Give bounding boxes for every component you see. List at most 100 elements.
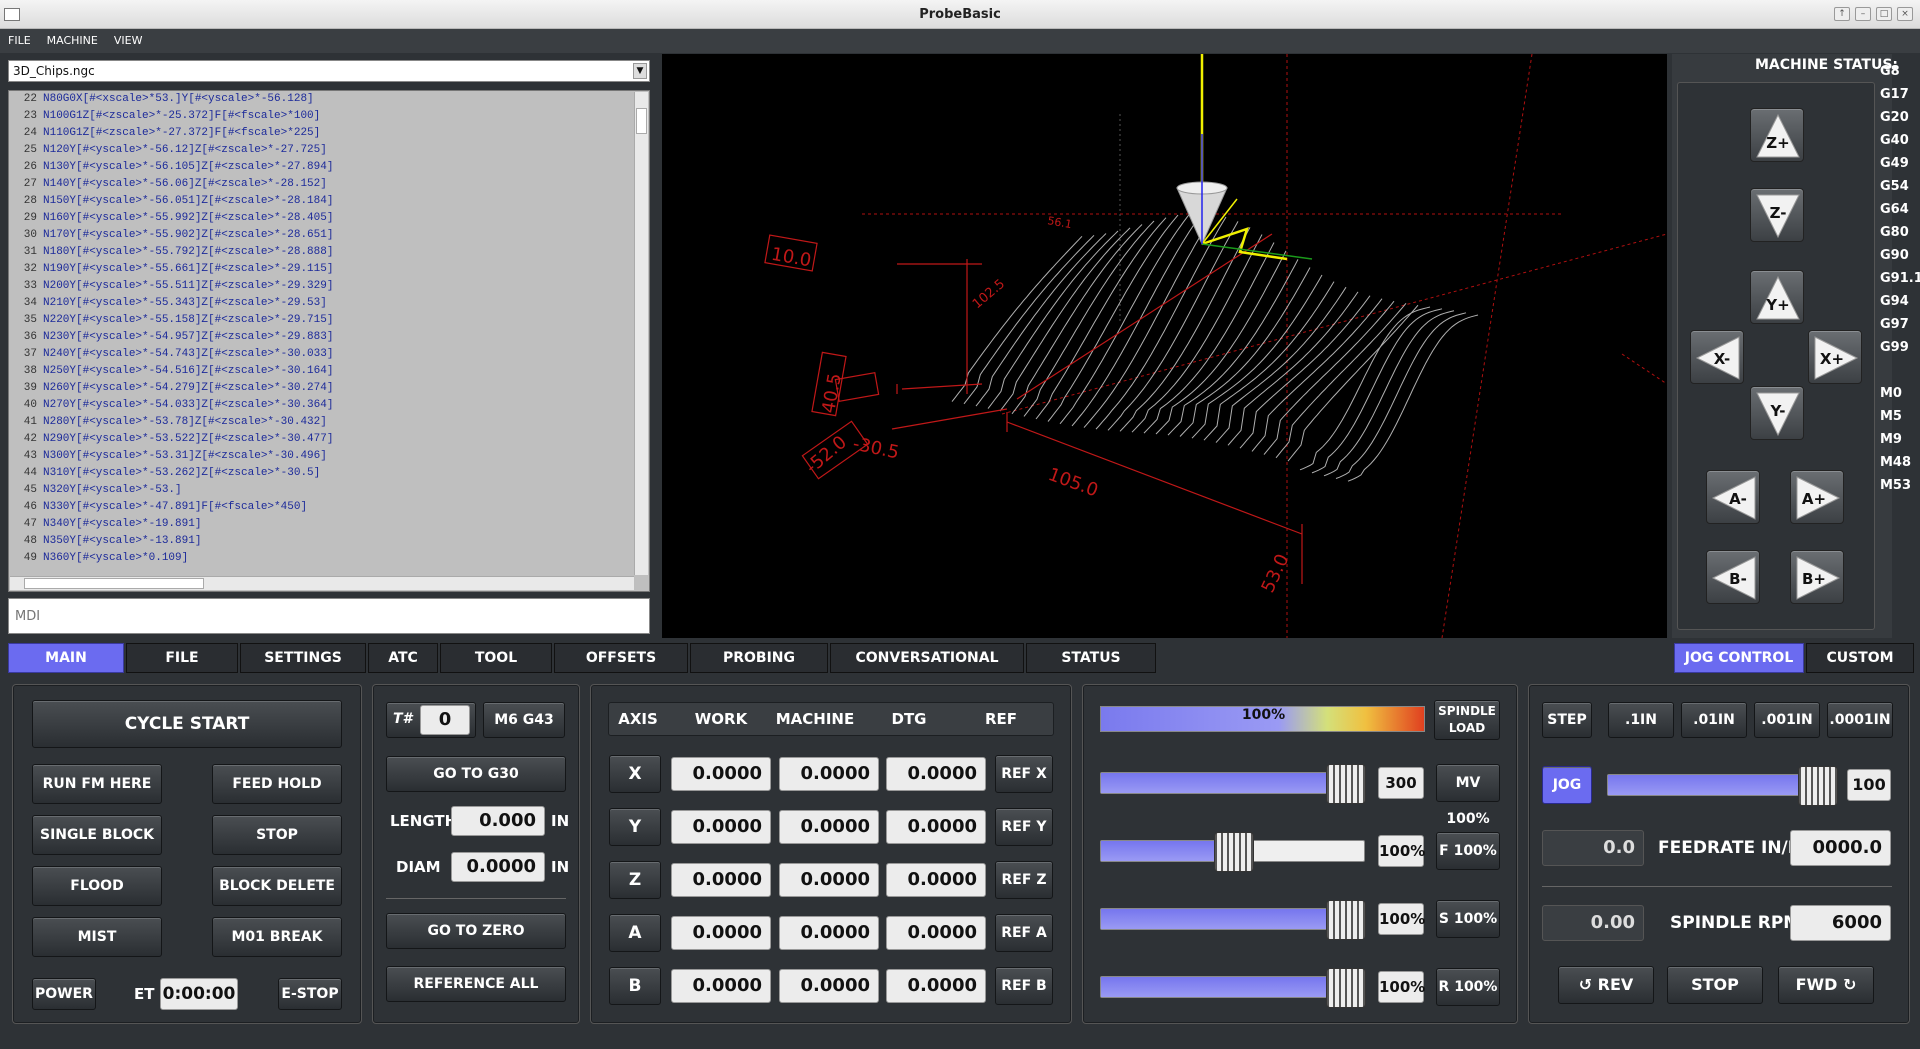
jog-zp-button[interactable]: Z+ — [1750, 108, 1804, 162]
window-up-icon[interactable]: ↑ — [1834, 7, 1850, 21]
override-slider[interactable] — [1100, 764, 1366, 804]
tab-atc[interactable]: ATC — [368, 643, 438, 673]
jog-ap-button[interactable]: A+ — [1790, 470, 1844, 524]
gcode-editor[interactable]: 22 N80G0X[#<xscale>*53.]Y[#<yscale>*-56.1… — [8, 90, 650, 592]
estop-button[interactable]: E-STOP — [278, 978, 342, 1010]
step-button[interactable]: STEP — [1542, 702, 1592, 738]
menu-view[interactable]: VIEW — [106, 29, 151, 53]
ref-y-button[interactable]: REF Y — [995, 808, 1053, 846]
tool-length-field[interactable]: 0.000 — [451, 806, 545, 836]
tab-conversational[interactable]: CONVERSATIONAL — [830, 643, 1024, 673]
gcode-line[interactable]: 47 N340Y[#<yscale>*-19.891] — [9, 516, 649, 533]
slider-handle[interactable] — [1326, 968, 1366, 1008]
jog-xm-button[interactable]: X- — [1690, 330, 1744, 384]
scrollbar-thumb[interactable] — [24, 578, 204, 589]
gcode-line[interactable]: 33 N200Y[#<yscale>*-55.511]Z[#<zscale>*-2… — [9, 278, 649, 295]
jog-am-button[interactable]: A- — [1706, 470, 1760, 524]
spindle-stop-button[interactable]: STOP — [1667, 966, 1763, 1004]
spindle-rpm-set-field[interactable]: 6000 — [1790, 905, 1891, 941]
gcode-line[interactable]: 39 N260Y[#<yscale>*-54.279]Z[#<zscale>*-3… — [9, 380, 649, 397]
gcode-line[interactable]: 38 N250Y[#<yscale>*-54.516]Z[#<zscale>*-3… — [9, 363, 649, 380]
dro-work-value[interactable]: 0.0000 — [671, 916, 771, 950]
tab-jog-control[interactable]: JOG CONTROL — [1674, 643, 1804, 673]
jog-ym-button[interactable]: Y- — [1750, 386, 1804, 440]
gcode-line[interactable]: 49 N360Y[#<yscale>*0.109] — [9, 550, 649, 567]
gcode-line[interactable]: 36 N230Y[#<yscale>*-54.957]Z[#<zscale>*-2… — [9, 329, 649, 346]
gcode-line[interactable]: 42 N290Y[#<yscale>*-53.522]Z[#<zscale>*-3… — [9, 431, 649, 448]
go-to-g30-button[interactable]: GO TO G30 — [386, 756, 566, 792]
maximize-icon[interactable]: □ — [1876, 7, 1892, 21]
stop-button[interactable]: STOP — [212, 815, 342, 855]
override-reset-button[interactable]: MV 100% — [1436, 764, 1500, 827]
tab-settings[interactable]: SETTINGS — [240, 643, 366, 673]
mist-button[interactable]: MIST — [32, 917, 162, 957]
jog-bp-button[interactable]: B+ — [1790, 550, 1844, 604]
tab-tool[interactable]: TOOL — [440, 643, 552, 673]
reference-all-button[interactable]: REFERENCE ALL — [386, 966, 566, 1002]
tab-status[interactable]: STATUS — [1026, 643, 1156, 673]
override-slider[interactable] — [1100, 968, 1366, 1008]
go-to-zero-button[interactable]: GO TO ZERO — [386, 913, 566, 949]
tab-offsets[interactable]: OFFSETS — [554, 643, 688, 673]
gcode-line[interactable]: 35 N220Y[#<yscale>*-55.158]Z[#<zscale>*-2… — [9, 312, 649, 329]
ref-z-button[interactable]: REF Z — [995, 861, 1053, 899]
gcode-line[interactable]: 40 N270Y[#<yscale>*-54.033]Z[#<zscale>*-3… — [9, 397, 649, 414]
gcode-line[interactable]: 28 N150Y[#<yscale>*-56.051]Z[#<zscale>*-2… — [9, 193, 649, 210]
tab-main[interactable]: MAIN — [8, 643, 124, 673]
flood-button[interactable]: FLOOD — [32, 866, 162, 906]
gcode-line[interactable]: 26 N130Y[#<yscale>*-56.105]Z[#<zscale>*-2… — [9, 159, 649, 176]
increment-button[interactable]: .01IN — [1681, 702, 1747, 738]
gcode-line[interactable]: 45 N320Y[#<yscale>*-53.] — [9, 482, 649, 499]
dro-work-value[interactable]: 0.0000 — [671, 863, 771, 897]
dro-work-value[interactable]: 0.0000 — [671, 757, 771, 791]
override-slider[interactable] — [1100, 832, 1365, 872]
file-select[interactable]: 3D_Chips.ngc ▼ — [8, 60, 650, 82]
jog-bm-button[interactable]: B- — [1706, 550, 1760, 604]
run-from-here-button[interactable]: RUN FM HERE — [32, 764, 162, 804]
tool-number-field[interactable]: 0 — [420, 705, 470, 735]
tab-custom[interactable]: CUSTOM — [1806, 643, 1914, 673]
tool-diam-field[interactable]: 0.0000 — [451, 852, 545, 882]
tab-probing[interactable]: PROBING — [690, 643, 828, 673]
spindle-forward-button[interactable]: FWD ↻ — [1778, 966, 1874, 1004]
gcode-line[interactable]: 43 N300Y[#<yscale>*-53.31]Z[#<zscale>*-30… — [9, 448, 649, 465]
menu-machine[interactable]: MACHINE — [39, 29, 106, 53]
scrollbar-thumb[interactable] — [636, 108, 647, 134]
increment-button[interactable]: .001IN — [1754, 702, 1820, 738]
gcode-line[interactable]: 27 N140Y[#<yscale>*-56.06]Z[#<zscale>*-28… — [9, 176, 649, 193]
gcode-line[interactable]: 46 N330Y[#<yscale>*-47.891]F[#<fscale>*45… — [9, 499, 649, 516]
jog-yp-button[interactable]: Y+ — [1750, 270, 1804, 324]
gcode-line[interactable]: 44 N310Y[#<yscale>*-53.262]Z[#<zscale>*-3… — [9, 465, 649, 482]
increment-button[interactable]: .1IN — [1608, 702, 1674, 738]
spindle-reverse-button[interactable]: ↺ REV — [1558, 966, 1654, 1004]
slider-handle[interactable] — [1326, 764, 1366, 804]
chevron-down-icon[interactable]: ▼ — [633, 63, 647, 79]
gcode-line[interactable]: 30 N170Y[#<yscale>*-55.902]Z[#<zscale>*-2… — [9, 227, 649, 244]
power-button[interactable]: POWER — [32, 978, 96, 1010]
single-block-button[interactable]: SINGLE BLOCK — [32, 815, 162, 855]
ref-a-button[interactable]: REF A — [995, 914, 1053, 952]
ref-x-button[interactable]: REF X — [995, 755, 1053, 793]
jog-xp-button[interactable]: X+ — [1808, 330, 1862, 384]
m01-break-button[interactable]: M01 BREAK — [212, 917, 342, 957]
feed-hold-button[interactable]: FEED HOLD — [212, 764, 342, 804]
gcode-line[interactable]: 41 N280Y[#<yscale>*-53.78]Z[#<zscale>*-30… — [9, 414, 649, 431]
m6-g43-button[interactable]: M6 G43 — [483, 702, 565, 738]
override-slider[interactable] — [1100, 900, 1366, 940]
gcode-line[interactable]: 25 N120Y[#<yscale>*-56.12]Z[#<zscale>*-27… — [9, 142, 649, 159]
menu-file[interactable]: FILE — [0, 29, 39, 53]
gcode-line[interactable]: 48 N350Y[#<yscale>*-13.891] — [9, 533, 649, 550]
jog-mode-button[interactable]: JOG — [1542, 766, 1592, 804]
gcode-line[interactable]: 37 N240Y[#<yscale>*-54.743]Z[#<zscale>*-3… — [9, 346, 649, 363]
gcode-line[interactable]: 22 N80G0X[#<xscale>*53.]Y[#<yscale>*-56.1… — [9, 91, 649, 108]
dro-work-value[interactable]: 0.0000 — [671, 969, 771, 1003]
jog-zm-button[interactable]: Z- — [1750, 188, 1804, 242]
gcode-horizontal-scrollbar[interactable] — [10, 576, 634, 590]
gcode-line[interactable]: 31 N180Y[#<yscale>*-55.792]Z[#<zscale>*-2… — [9, 244, 649, 261]
gcode-line[interactable]: 23 N100G1Z[#<zscale>*-25.372]F[#<fscale>*… — [9, 108, 649, 125]
block-delete-button[interactable]: BLOCK DELETE — [212, 866, 342, 906]
app-menu-icon[interactable] — [4, 8, 20, 21]
gcode-line[interactable]: 34 N210Y[#<yscale>*-55.343]Z[#<zscale>*-2… — [9, 295, 649, 312]
gcode-line[interactable]: 24 N110G1Z[#<zscale>*-27.372]F[#<fscale>*… — [9, 125, 649, 142]
cycle-start-button[interactable]: CYCLE START — [32, 700, 342, 748]
